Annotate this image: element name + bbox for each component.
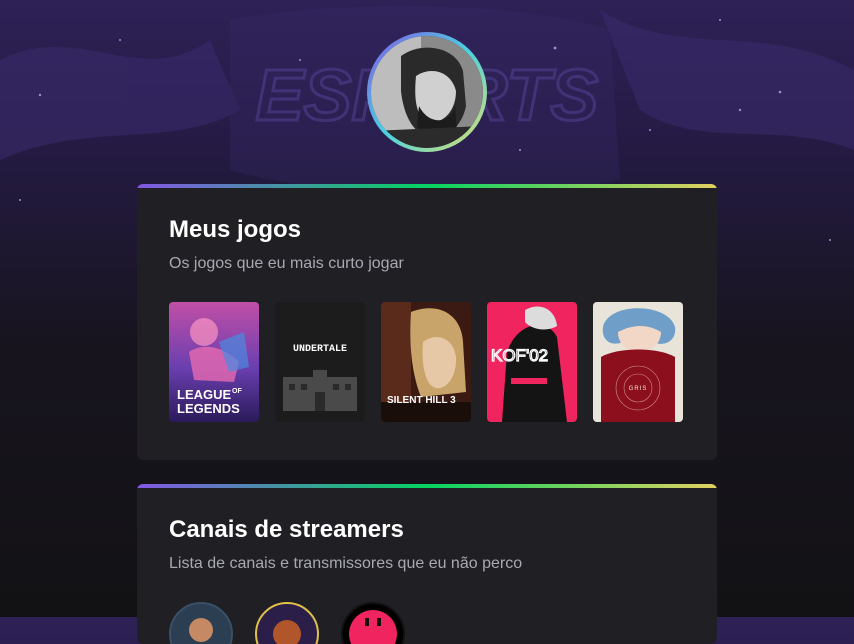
games-list: LEAGUE OF LEGENDS UNDERTALE SILENT HILL … bbox=[169, 302, 685, 422]
game-cover-undertale[interactable]: UNDERTALE bbox=[275, 302, 365, 422]
streamers-section-subtitle: Lista de canais e transmissores que eu n… bbox=[169, 555, 523, 572]
streamer-avatar[interactable] bbox=[341, 602, 405, 644]
games-section-subtitle: Os jogos que eu mais curto jogar bbox=[169, 255, 404, 272]
undertale-cover-text: UNDERTALE bbox=[293, 344, 347, 355]
profile-photo bbox=[371, 36, 483, 148]
games-section-title: Meus jogos bbox=[169, 216, 302, 243]
streamers-card: Canais de streamers Lista de canais e tr… bbox=[137, 484, 717, 644]
streamers-list bbox=[169, 602, 685, 644]
kof-cover-text: KOF'02 bbox=[491, 346, 548, 365]
game-cover-kof-02[interactable]: KOF'02 bbox=[487, 302, 577, 422]
profile-avatar bbox=[367, 32, 487, 152]
lol-cover-text-2: OF bbox=[232, 388, 242, 395]
streamer-avatar[interactable] bbox=[169, 602, 233, 644]
game-cover-silent-hill-3[interactable]: SILENT HILL 3 bbox=[381, 302, 471, 422]
game-cover-gris[interactable]: GRIS bbox=[593, 302, 683, 422]
gris-cover-text: GRIS bbox=[629, 386, 648, 392]
streamer-avatar[interactable] bbox=[255, 602, 319, 644]
lol-cover-text-1: LEAGUE bbox=[177, 387, 232, 402]
silent-hill-cover-text: SILENT HILL 3 bbox=[387, 395, 456, 406]
streamers-section-title: Canais de streamers bbox=[169, 516, 404, 543]
game-cover-league-of-legends[interactable]: LEAGUE OF LEGENDS bbox=[169, 302, 259, 422]
games-card: Meus jogos Os jogos que eu mais curto jo… bbox=[137, 184, 717, 460]
lol-cover-text-3: LEGENDS bbox=[177, 401, 240, 416]
